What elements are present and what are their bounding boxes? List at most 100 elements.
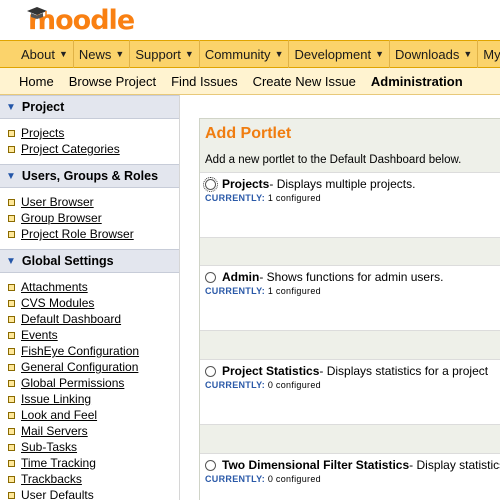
sidebar-link-issue-linking[interactable]: Issue Linking xyxy=(8,391,179,407)
sidebar-link-sub-tasks[interactable]: Sub-Tasks xyxy=(8,439,179,455)
top-nav-item-downloads[interactable]: Downloads ▼ xyxy=(390,40,479,68)
moodle-logo[interactable]: moodle xyxy=(27,7,135,35)
portlet-name: Project Statistics xyxy=(222,364,320,378)
sidebar-link-label: Default Dashboard xyxy=(21,312,122,326)
top-nav-item-about[interactable]: About ▼ xyxy=(16,40,74,68)
square-bullet-icon xyxy=(8,145,15,153)
top-nav-item-support[interactable]: Support ▼ xyxy=(130,40,200,68)
square-bullet-icon xyxy=(8,299,15,307)
sidebar-section-title: Users, Groups & Roles xyxy=(21,169,159,183)
square-bullet-icon xyxy=(8,443,15,451)
chevron-down-icon: ▼ xyxy=(6,170,16,182)
sidebar-link-label: Mail Servers xyxy=(21,424,88,438)
square-bullet-icon xyxy=(8,395,15,403)
page: moodle About ▼ News ▼ Support ▼ Community ▼ Deve… xyxy=(0,0,500,500)
portlet-head: Project Statistics - Displays statistics… xyxy=(205,364,488,378)
portlet-head: Projects - Displays multiple projects. xyxy=(203,176,415,192)
portlet-option: Projects - Displays multiple projects. CU… xyxy=(200,172,500,238)
sub-nav-browse-project[interactable]: Browse Project xyxy=(69,74,156,89)
portlet-radio-projects[interactable] xyxy=(203,176,218,192)
portlet-option: Admin - Shows functions for admin users.… xyxy=(200,265,500,331)
square-bullet-icon xyxy=(8,363,15,371)
logo-bar: moodle xyxy=(0,0,500,40)
caret-down-icon: ▼ xyxy=(184,49,194,59)
square-bullet-icon xyxy=(8,230,15,238)
sidebar-link-attachments[interactable]: Attachments xyxy=(8,279,179,295)
square-bullet-icon xyxy=(8,459,15,467)
sub-nav-home[interactable]: Home xyxy=(19,74,54,89)
sidebar-link-label: Project Categories xyxy=(21,142,120,156)
portlet-radio-project-statistics[interactable] xyxy=(205,365,216,377)
sidebar-link-label: Sub-Tasks xyxy=(21,440,78,454)
top-nav-label: Downloads xyxy=(395,46,460,62)
sidebar-link-fisheye-configuration[interactable]: FishEye Configuration xyxy=(8,343,179,359)
sidebar-link-label: Issue Linking xyxy=(21,392,92,406)
sidebar-link-project-role-browser[interactable]: Project Role Browser xyxy=(8,226,179,242)
portlet-name: Admin xyxy=(222,270,260,284)
currently-value: 0 configured xyxy=(265,380,321,390)
portlet-currently: CURRENTLY: 1 configured xyxy=(205,193,321,203)
top-nav-item-my-forums[interactable]: My forums xyxy=(478,40,500,68)
currently-value: 0 configured xyxy=(265,474,321,484)
portlet-name: Projects xyxy=(222,177,270,191)
caret-down-icon: ▼ xyxy=(375,49,385,59)
top-nav-label: My forums xyxy=(483,46,500,62)
portlet-name: Two Dimensional Filter Statistics xyxy=(222,458,410,472)
top-nav-item-community[interactable]: Community ▼ xyxy=(200,40,290,68)
sidebar-link-label: Projects xyxy=(21,126,65,140)
sidebar-link-label: User Browser xyxy=(21,195,94,209)
sidebar-link-events[interactable]: Events xyxy=(8,327,179,343)
portlet-radio-admin[interactable] xyxy=(205,271,216,283)
graduation-cap-icon xyxy=(27,7,47,19)
sidebar-link-label: Trackbacks xyxy=(21,472,82,486)
sidebar-link-user-defaults[interactable]: User Defaults xyxy=(8,487,179,500)
sidebar-link-label: Group Browser xyxy=(21,211,102,225)
caret-down-icon: ▼ xyxy=(463,49,473,59)
portlet-description: - Shows functions for admin users. xyxy=(259,270,444,284)
caret-down-icon: ▼ xyxy=(274,49,284,59)
portlet-head: Admin - Shows functions for admin users. xyxy=(205,270,443,284)
sidebar-section-global-settings[interactable]: ▼ Global Settings xyxy=(0,249,179,273)
sub-nav-administration[interactable]: Administration xyxy=(371,74,463,89)
currently-value: 1 configured xyxy=(265,193,321,203)
sidebar-link-global-permissions[interactable]: Global Permissions xyxy=(8,375,179,391)
sidebar-link-trackbacks[interactable]: Trackbacks xyxy=(8,471,179,487)
sidebar-link-default-dashboard[interactable]: Default Dashboard xyxy=(8,311,179,327)
sidebar-link-cvs-modules[interactable]: CVS Modules xyxy=(8,295,179,311)
sidebar-link-label: Attachments xyxy=(21,280,88,294)
portlet-radio-two-dimensional-filter-statistics[interactable] xyxy=(205,459,216,471)
sub-nav-find-issues[interactable]: Find Issues xyxy=(171,74,237,89)
portlet-description: - Display statistics xyxy=(409,458,500,472)
portlet-description: - Displays statistics for a project xyxy=(319,364,489,378)
sidebar-link-label: Look and Feel xyxy=(21,408,98,422)
top-nav-item-development[interactable]: Development ▼ xyxy=(289,40,391,68)
top-nav-item-news[interactable]: News ▼ xyxy=(74,40,131,68)
currently-label: CURRENTLY: xyxy=(205,474,266,484)
sidebar-link-user-browser[interactable]: User Browser xyxy=(8,194,179,210)
panel-title: Add Portlet xyxy=(205,125,292,142)
sidebar-section-users-groups-roles[interactable]: ▼ Users, Groups & Roles xyxy=(0,164,179,188)
top-nav-label: News xyxy=(78,46,112,62)
portlet-option: Project Statistics - Displays statistics… xyxy=(200,359,500,425)
sub-nav-create-new-issue[interactable]: Create New Issue xyxy=(253,74,356,89)
sidebar-link-general-configuration[interactable]: General Configuration xyxy=(8,359,179,375)
panel-description: Add a new portlet to the Default Dashboa… xyxy=(205,154,462,166)
sidebar-section-links: User Browser Group Browser Project Role Br… xyxy=(0,188,179,249)
portlet-currently: CURRENTLY: 1 configured xyxy=(205,286,321,296)
sidebar-link-look-and-feel[interactable]: Look and Feel xyxy=(8,407,179,423)
sidebar-link-label: FishEye Configuration xyxy=(21,344,140,358)
sidebar-link-time-tracking[interactable]: Time Tracking xyxy=(8,455,179,471)
sidebar-link-label: General Configuration xyxy=(21,360,139,374)
sidebar-link-label: Events xyxy=(21,328,58,342)
sidebar-section-project[interactable]: ▼ Project xyxy=(0,95,179,119)
sidebar-link-label: CVS Modules xyxy=(21,296,95,310)
portlet-option: Two Dimensional Filter Statistics - Disp… xyxy=(200,453,500,500)
sidebar-section-title: Global Settings xyxy=(21,254,114,268)
square-bullet-icon xyxy=(8,411,15,419)
top-nav-label: Support xyxy=(135,46,181,62)
sidebar-link-projects[interactable]: Projects xyxy=(8,125,179,141)
sidebar-link-group-browser[interactable]: Group Browser xyxy=(8,210,179,226)
sidebar-link-label: User Defaults xyxy=(21,488,94,500)
sidebar-link-project-categories[interactable]: Project Categories xyxy=(8,141,179,157)
sidebar-link-mail-servers[interactable]: Mail Servers xyxy=(8,423,179,439)
